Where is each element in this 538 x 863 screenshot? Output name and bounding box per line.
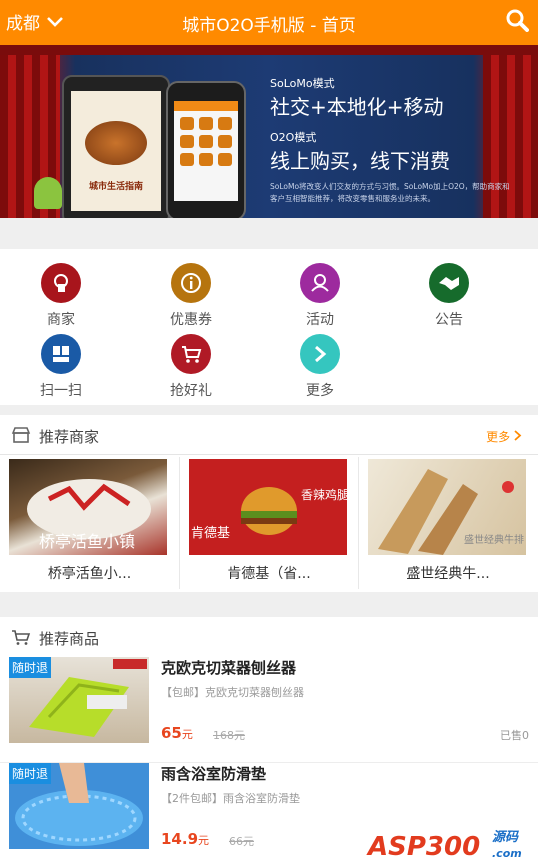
refund-badge: 随时退 — [9, 657, 52, 678]
more-label: 更多 — [486, 430, 511, 444]
merchant-card[interactable]: 盛世经典牛排 盛世经典牛... — [358, 457, 537, 589]
banner-headline-2: 线上购买，线下消费 — [270, 149, 450, 173]
store-icon — [41, 263, 81, 303]
refund-badge: 随时退 — [9, 763, 52, 784]
scan-icon — [41, 334, 81, 374]
merchant-list: 桥亭活鱼小镇 桥亭活鱼小... 肯德基 香辣鸡腿堡 肯德基（省... — [0, 455, 538, 589]
announcement-icon — [429, 263, 469, 303]
promo-banner[interactable]: 城市生活指南 SoLoMo模式 社交+本地化+移动 O2O模式 线上购买，线下消… — [0, 45, 538, 218]
section-title: 推荐商品 — [39, 630, 100, 648]
cart-icon — [12, 630, 31, 645]
product-original-price: 66元 — [229, 835, 254, 848]
svg-text:源码: 源码 — [492, 829, 520, 845]
shop-icon — [11, 427, 31, 443]
merchant-image: 肯德基 香辣鸡腿堡 — [189, 459, 347, 555]
category-label: 更多 — [306, 383, 334, 399]
banner-text-solomo: SoLoMo模式 — [270, 77, 335, 90]
curtain-top — [0, 45, 538, 55]
chevron-right-icon — [514, 430, 522, 441]
chevron-right-icon — [300, 334, 340, 374]
category-label: 优惠券 — [170, 312, 212, 328]
android-robot-icon — [34, 177, 62, 209]
phone-image-2 — [166, 81, 246, 218]
recommended-merchants-section: 推荐商家 更多 桥亭活鱼小镇 桥亭活鱼小... 肯德基 香辣鸡腿 肯德基（省..… — [0, 415, 538, 592]
category-label: 商家 — [47, 312, 75, 328]
merchant-promo-text: 香辣鸡腿堡 — [301, 487, 347, 502]
phone-screen-label: 城市生活指南 — [88, 182, 143, 192]
product-item[interactable]: 随时退 克欧克切菜器刨丝器 【包邮】克欧克切菜器刨丝器 65元 168元 已售0 — [0, 657, 538, 763]
product-description: 【包邮】克欧克切菜器刨丝器 — [161, 686, 304, 699]
phone-image: 城市生活指南 — [62, 75, 170, 218]
banner-description: SoLoMo将改变人们交友的方式与习惯。SoLoMo加上O2O，帮助商家和客户互… — [270, 182, 510, 203]
merchant-name: 桥亭活鱼小... — [47, 566, 132, 582]
category-gift[interactable]: 抢好礼 — [151, 334, 231, 400]
merchant-name: 盛世经典牛... — [406, 566, 490, 582]
product-sold-count: 已售0 — [500, 729, 529, 742]
product-price: 65元 — [161, 724, 193, 742]
category-label: 抢好礼 — [170, 383, 212, 399]
section-header: 推荐商家 更多 — [0, 415, 538, 455]
search-icon[interactable] — [505, 8, 529, 32]
merchant-name: 肯德基（省... — [227, 566, 311, 582]
merchant-image: 桥亭活鱼小镇 — [9, 459, 167, 555]
product-original-price: 168元 — [213, 729, 245, 742]
merchant-card[interactable]: 桥亭活鱼小镇 桥亭活鱼小... — [0, 457, 179, 589]
merchant-card[interactable]: 肯德基 香辣鸡腿堡 肯德基（省... — [179, 457, 358, 589]
more-link[interactable]: 更多 — [486, 428, 522, 445]
category-coupon[interactable]: 优惠券 — [151, 263, 231, 329]
top-bar: 成都 城市O2O手机版 - 首页 — [0, 0, 538, 45]
svg-text:.com: .com — [492, 847, 522, 860]
coupon-icon — [171, 263, 211, 303]
category-scan[interactable]: 扫一扫 — [21, 334, 101, 400]
product-description: 【2件包邮】雨含浴室防滑垫 — [161, 792, 300, 805]
section-header: 推荐商品 — [0, 617, 538, 657]
merchant-logo-text: 桥亭活鱼小镇 — [39, 532, 135, 551]
section-title: 推荐商家 — [39, 428, 100, 446]
category-more[interactable]: 更多 — [280, 334, 360, 400]
activity-icon — [300, 263, 340, 303]
page-title: 城市O2O手机版 - 首页 — [182, 16, 356, 36]
category-label: 扫一扫 — [40, 383, 82, 399]
banner-headline-1: 社交+本地化+移动 — [270, 95, 444, 119]
cart-icon — [171, 334, 211, 374]
category-grid: 商家 优惠券 活动 公告 扫一扫 抢好礼 更多 — [0, 249, 538, 405]
category-label: 公告 — [435, 312, 463, 328]
category-activity[interactable]: 活动 — [280, 263, 360, 329]
product-name: 雨含浴室防滑垫 — [161, 765, 267, 783]
merchant-logo-text: 肯德基 — [191, 526, 230, 541]
banner-text-o2o: O2O模式 — [270, 131, 317, 144]
svg-text:ASP300: ASP300 — [366, 832, 480, 861]
category-announcement[interactable]: 公告 — [409, 263, 489, 329]
product-price: 14.9元 — [161, 830, 210, 848]
merchant-logo-text: 盛世经典牛排 — [464, 533, 524, 546]
product-name: 克欧克切菜器刨丝器 — [161, 659, 297, 677]
category-store[interactable]: 商家 — [21, 263, 101, 329]
merchant-image: 盛世经典牛排 — [368, 459, 526, 555]
watermark-logo: ASP300 源码 .com — [366, 821, 532, 862]
category-label: 活动 — [306, 312, 334, 328]
